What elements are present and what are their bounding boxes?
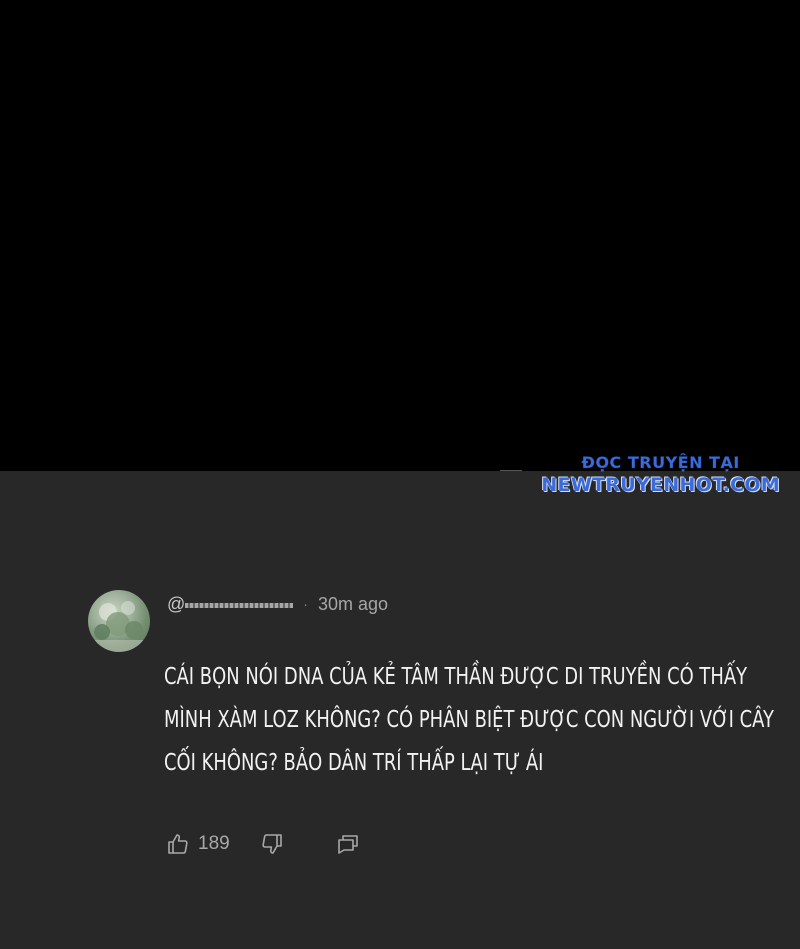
thumbs-up-icon[interactable] xyxy=(166,832,190,856)
avatar-image xyxy=(88,601,150,652)
redacted-username xyxy=(185,602,294,608)
black-panel xyxy=(0,0,800,471)
comment-author[interactable]: @ xyxy=(167,593,294,615)
watermark-line1: ĐỌC TRUYỆN TẠI xyxy=(581,453,740,472)
comment-body: CÁI BỌN NÓI DNA CỦA KẺ TÂM THẦN ĐƯỢC DI … xyxy=(164,664,774,776)
comment-timestamp: 30m ago xyxy=(317,593,389,614)
avatar[interactable] xyxy=(88,590,150,652)
comment-actions: 189 xyxy=(166,828,360,860)
thumbs-down-icon[interactable] xyxy=(260,832,284,856)
reply-icon[interactable] xyxy=(336,832,360,856)
author-handle: @ xyxy=(167,593,186,614)
comment-meta: @ · 30m ago xyxy=(167,592,388,616)
watermark-line2: NEWTRUYENHOT.COM xyxy=(541,474,780,496)
divider xyxy=(500,470,522,471)
watermark: ĐỌC TRUYỆN TẠI NEWTRUYENHOT.COM xyxy=(541,453,780,496)
meta-separator: · xyxy=(303,596,308,612)
like-count: 189 xyxy=(198,833,230,854)
